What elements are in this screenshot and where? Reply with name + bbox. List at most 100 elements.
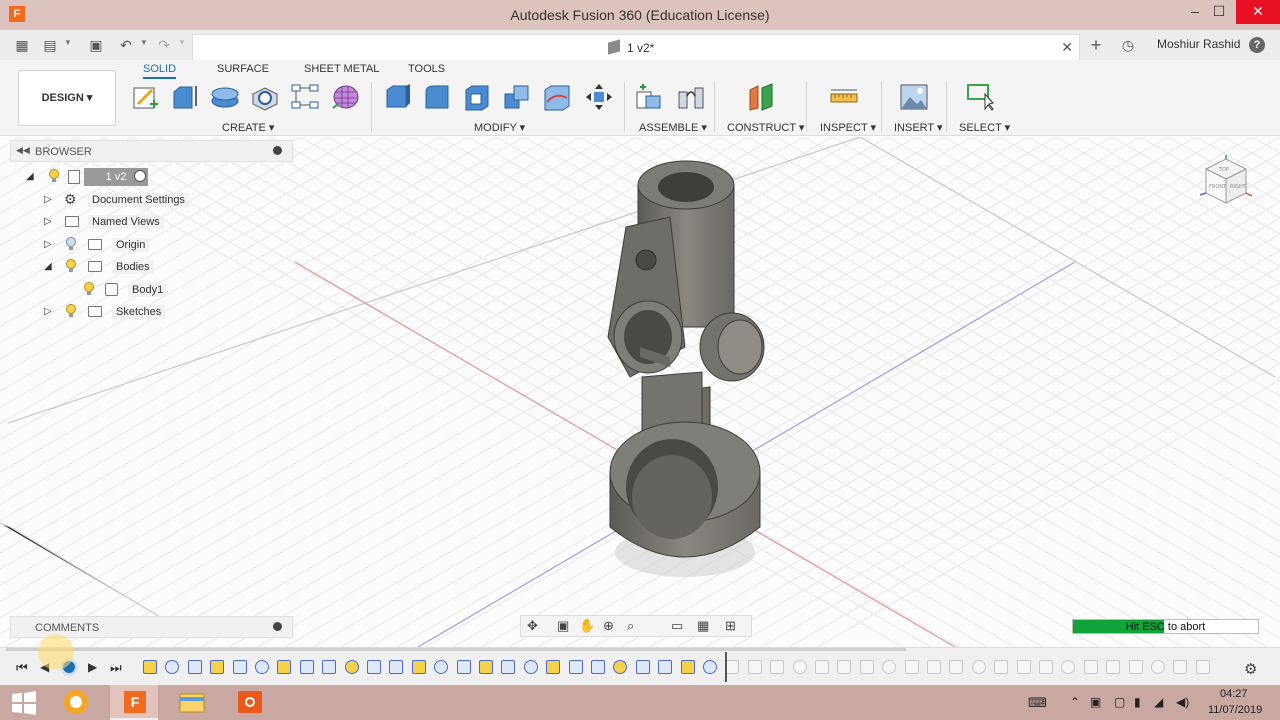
timeline-feature-icon[interactable] (703, 660, 717, 674)
group-modify[interactable]: MODIFY ▾ (474, 121, 525, 134)
timeline-settings-icon[interactable]: ⚙ (1244, 660, 1257, 678)
undo-caret-icon[interactable]: ▼ (140, 38, 148, 47)
shell-icon[interactable] (462, 82, 492, 112)
timeline-feature-icon[interactable] (1106, 660, 1121, 674)
timeline-feature-icon[interactable] (165, 660, 180, 674)
timeline-feature-icon[interactable] (568, 660, 583, 674)
timeline-feature-icon[interactable] (411, 660, 426, 674)
timeline-feature-icon[interactable] (523, 660, 538, 674)
create-form-icon[interactable] (330, 82, 360, 112)
timeline-feature-icon[interactable] (1195, 660, 1210, 674)
zoom-icon[interactable]: ⊕ (603, 618, 614, 634)
orbit-icon[interactable]: ✥ (527, 618, 538, 634)
move-copy-icon[interactable] (584, 82, 614, 112)
timeline-feature-icon[interactable] (770, 660, 785, 674)
fillet-icon[interactable] (422, 82, 452, 112)
timeline-feature-icon[interactable] (501, 660, 516, 674)
tab-surface[interactable]: SURFACE (217, 63, 269, 75)
new-tab-icon[interactable]: + (1088, 36, 1104, 54)
timeline-feature-icon[interactable] (1039, 660, 1053, 674)
timeline-feature-icon[interactable] (994, 660, 1009, 674)
group-inspect[interactable]: INSPECT ▾ (820, 121, 876, 134)
collapse-triangle-icon[interactable]: ◢ (26, 171, 34, 182)
fusion-taskbar-item[interactable]: F (110, 685, 158, 720)
save-icon[interactable]: ▣ (88, 37, 104, 53)
timeline-feature-icon[interactable] (747, 660, 762, 674)
timeline-feature-icon[interactable] (456, 660, 471, 674)
keyboard-icon[interactable]: ⌨ (1028, 695, 1047, 711)
timeline-feature-icon[interactable] (591, 660, 605, 674)
timeline-feature-icon[interactable] (434, 660, 449, 674)
undo-icon[interactable]: ↶ (118, 37, 134, 53)
tray-app2-icon[interactable]: ▢ (1114, 695, 1125, 709)
help-icon[interactable]: ? (1249, 37, 1265, 53)
tab-tools[interactable]: TOOLS (408, 63, 445, 75)
tree-root[interactable]: ◢ 1 v2 (24, 167, 284, 187)
timeline-feature-icon[interactable] (949, 660, 964, 674)
go-to-start-icon[interactable]: ⏮ (16, 660, 28, 676)
job-status-icon[interactable]: ◷ (1120, 37, 1136, 53)
look-at-icon[interactable]: ▣ (557, 618, 569, 634)
expand-triangle-icon[interactable]: ▷ (44, 239, 52, 250)
volume-icon[interactable]: ◀) (1176, 695, 1189, 709)
tree-item-sketches[interactable]: ▷ Sketches (40, 302, 240, 322)
tab-sheet-metal[interactable]: SHEET METAL (304, 63, 379, 75)
select-icon[interactable] (965, 82, 995, 112)
collapse-browser-icon[interactable]: ◀◀ (16, 145, 30, 156)
visibility-bulb-icon[interactable] (65, 304, 77, 318)
activate-radio-icon[interactable] (134, 170, 146, 182)
tree-item-named-views[interactable]: ▷ Named Views (40, 212, 240, 232)
minimize-browser-icon[interactable] (273, 146, 282, 155)
timeline-feature-icon[interactable] (837, 660, 852, 674)
file-icon[interactable]: ▤ (42, 37, 58, 53)
joint-icon[interactable] (676, 82, 706, 112)
browser-app-icon[interactable] (52, 685, 100, 720)
timeline-feature-icon[interactable] (971, 660, 986, 674)
revolve-icon[interactable] (210, 82, 240, 112)
timeline-feature-icon[interactable] (367, 660, 381, 674)
measure-icon[interactable] (829, 82, 859, 112)
timeline-feature-icon[interactable] (389, 660, 404, 674)
timeline-feature-icon[interactable] (1016, 660, 1031, 674)
close-button[interactable]: ✕ (1236, 0, 1280, 24)
tree-item-body1[interactable]: Body1 (80, 280, 240, 300)
timeline-feature-icon[interactable] (859, 660, 874, 674)
timeline-feature-icon[interactable] (658, 660, 673, 674)
insert-image-icon[interactable] (899, 82, 929, 112)
tray-app-icon[interactable]: ▣ (1090, 695, 1101, 709)
timeline-feature-icon[interactable] (815, 660, 829, 674)
extrude-icon[interactable] (170, 82, 200, 112)
app-taskbar-item[interactable] (226, 685, 274, 720)
file-caret-icon[interactable]: ▼ (64, 38, 72, 47)
document-tab[interactable]: 1 v2* ✕ (192, 34, 1080, 60)
wifi-icon[interactable]: ◢ (1154, 695, 1163, 709)
timeline-feature-icon[interactable] (187, 660, 202, 674)
body1-model[interactable] (590, 157, 790, 587)
press-pull-icon[interactable] (382, 82, 412, 112)
visibility-bulb-icon[interactable] (65, 237, 77, 251)
group-assemble[interactable]: ASSEMBLE ▾ (639, 121, 707, 134)
show-hidden-icons[interactable]: ⌃ (1070, 695, 1080, 709)
group-create[interactable]: CREATE ▾ (222, 121, 274, 134)
timeline-feature-icon[interactable] (1061, 660, 1076, 674)
battery-icon[interactable]: ▮ (1134, 695, 1141, 709)
timeline-feature-icon[interactable] (1151, 660, 1165, 674)
tree-item-origin[interactable]: ▷ Origin (40, 235, 240, 255)
timeline-feature-icon[interactable] (927, 660, 941, 674)
view-cube[interactable]: TOP FRONT RIGHT (1192, 155, 1258, 215)
visibility-bulb-icon[interactable] (65, 259, 77, 273)
pattern-icon[interactable] (290, 82, 320, 112)
timeline-feature-icon[interactable] (1128, 660, 1143, 674)
timeline-features[interactable] (143, 658, 1223, 676)
timeline-feature-icon[interactable] (344, 660, 359, 674)
expand-triangle-icon[interactable]: ▷ (44, 216, 52, 227)
timeline-feature-icon[interactable] (904, 660, 919, 674)
timeline-feature-icon[interactable] (232, 660, 247, 674)
add-comment-icon[interactable] (273, 622, 282, 631)
clock-time[interactable]: 04:27 (1220, 688, 1248, 700)
group-select[interactable]: SELECT ▾ (959, 121, 1010, 134)
windows-start-icon[interactable] (0, 685, 48, 720)
offset-plane-icon[interactable] (746, 82, 776, 112)
timeline-feature-icon[interactable] (255, 660, 269, 674)
timeline-feature-icon[interactable] (277, 660, 292, 674)
